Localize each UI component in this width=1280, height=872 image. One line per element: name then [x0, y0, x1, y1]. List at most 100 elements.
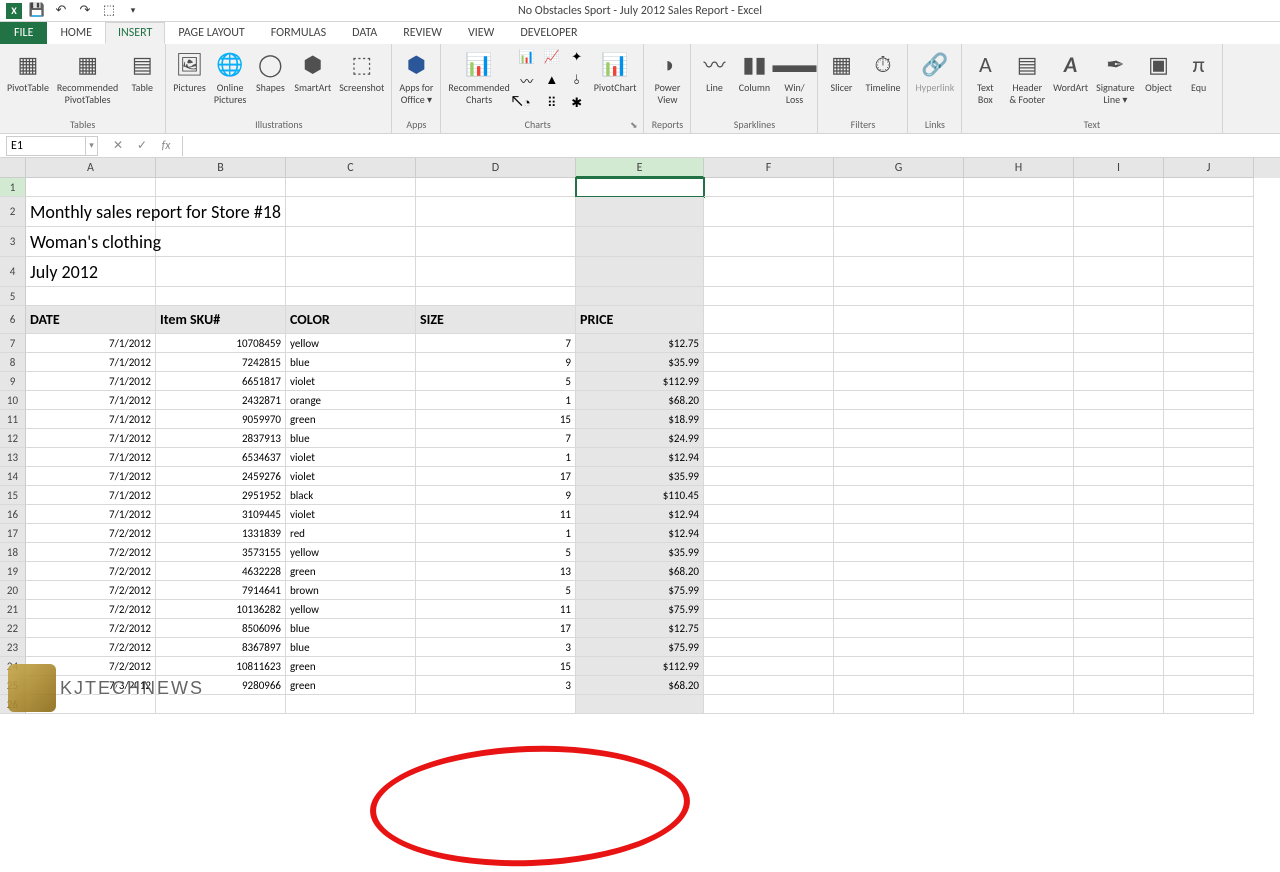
tab-review[interactable]: REVIEW	[390, 22, 455, 44]
cell-I21[interactable]	[1074, 600, 1164, 619]
cell-J7[interactable]	[1164, 334, 1254, 353]
cell-B9[interactable]: 6651817	[156, 372, 286, 391]
cell-J10[interactable]	[1164, 391, 1254, 410]
cell-B13[interactable]: 6534637	[156, 448, 286, 467]
cell-A9[interactable]: 7/1/2012	[26, 372, 156, 391]
cell-C1[interactable]	[286, 178, 416, 197]
cell-G10[interactable]	[834, 391, 964, 410]
save-icon[interactable]: 💾	[28, 2, 46, 20]
cell-E7[interactable]: $12.75	[576, 334, 704, 353]
cell-F4[interactable]	[704, 257, 834, 287]
cell-C7[interactable]: yellow	[286, 334, 416, 353]
select-all-corner[interactable]	[0, 158, 26, 178]
wordart-button[interactable]: AWordArt	[1050, 46, 1091, 96]
cell-I8[interactable]	[1074, 353, 1164, 372]
spark-column-button[interactable]: ▮▮Column	[735, 46, 773, 96]
row-header-15[interactable]: 15	[0, 486, 26, 505]
cell-G1[interactable]	[834, 178, 964, 197]
cell-I7[interactable]	[1074, 334, 1164, 353]
cell-E4[interactable]	[576, 257, 704, 287]
cell-J5[interactable]	[1164, 287, 1254, 306]
cell-E20[interactable]: $75.99	[576, 581, 704, 600]
cell-G9[interactable]	[834, 372, 964, 391]
cell-B6[interactable]: Item SKU#	[156, 306, 286, 334]
cell-C24[interactable]: green	[286, 657, 416, 676]
cell-G13[interactable]	[834, 448, 964, 467]
cell-C10[interactable]: orange	[286, 391, 416, 410]
col-header-D[interactable]: D	[416, 158, 576, 178]
cell-H13[interactable]	[964, 448, 1074, 467]
cell-F14[interactable]	[704, 467, 834, 486]
cell-J14[interactable]	[1164, 467, 1254, 486]
cell-E1[interactable]	[576, 178, 704, 197]
cell-E6[interactable]: PRICE	[576, 306, 704, 334]
col-header-A[interactable]: A	[26, 158, 156, 178]
tab-page-layout[interactable]: PAGE LAYOUT	[165, 22, 257, 44]
cell-E24[interactable]: $112.99	[576, 657, 704, 676]
touch-mode-icon[interactable]: ⬚	[100, 2, 118, 20]
cell-A16[interactable]: 7/1/2012	[26, 505, 156, 524]
cell-H3[interactable]	[964, 227, 1074, 257]
cell-I10[interactable]	[1074, 391, 1164, 410]
cell-G7[interactable]	[834, 334, 964, 353]
cell-B8[interactable]: 7242815	[156, 353, 286, 372]
cell-G14[interactable]	[834, 467, 964, 486]
cell-E14[interactable]: $35.99	[576, 467, 704, 486]
cell-C21[interactable]: yellow	[286, 600, 416, 619]
cell-A6[interactable]: DATE	[26, 306, 156, 334]
cell-A19[interactable]: 7/2/2012	[26, 562, 156, 581]
object-button[interactable]: ▣Object	[1140, 46, 1178, 96]
row-header-2[interactable]: 2	[0, 197, 26, 227]
power-view-button[interactable]: ◑Power View	[648, 46, 686, 107]
row-header-19[interactable]: 19	[0, 562, 26, 581]
row-header-18[interactable]: 18	[0, 543, 26, 562]
tab-developer[interactable]: DEVELOPER	[507, 22, 590, 44]
cell-E9[interactable]: $112.99	[576, 372, 704, 391]
cell-D4[interactable]	[416, 257, 576, 287]
cell-D20[interactable]: 5	[416, 581, 576, 600]
cell-I16[interactable]	[1074, 505, 1164, 524]
tab-insert[interactable]: INSERT	[105, 22, 165, 44]
cell-D11[interactable]: 15	[416, 410, 576, 429]
cell-H24[interactable]	[964, 657, 1074, 676]
cell-I4[interactable]	[1074, 257, 1164, 287]
cell-G19[interactable]	[834, 562, 964, 581]
cell-I14[interactable]	[1074, 467, 1164, 486]
row-header-4[interactable]: 4	[0, 257, 26, 287]
cell-H21[interactable]	[964, 600, 1074, 619]
hyperlink-button[interactable]: 🔗Hyperlink	[912, 46, 957, 96]
cell-F8[interactable]	[704, 353, 834, 372]
line-chart-icon[interactable]: 〰	[515, 69, 539, 91]
cell-F20[interactable]	[704, 581, 834, 600]
cell-C4[interactable]	[286, 257, 416, 287]
cell-B12[interactable]: 2837913	[156, 429, 286, 448]
combo-chart-icon[interactable]: ⫰	[565, 69, 589, 91]
cell-G25[interactable]	[834, 676, 964, 695]
cell-G2[interactable]	[834, 197, 964, 227]
cell-D1[interactable]	[416, 178, 576, 197]
row-header-22[interactable]: 22	[0, 619, 26, 638]
smartart-button[interactable]: ⬢SmartArt	[291, 46, 334, 96]
cell-J26[interactable]	[1164, 695, 1254, 714]
cell-C5[interactable]	[286, 287, 416, 306]
row-header-6[interactable]: 6	[0, 306, 26, 334]
cell-J21[interactable]	[1164, 600, 1254, 619]
cell-H20[interactable]	[964, 581, 1074, 600]
cell-H4[interactable]	[964, 257, 1074, 287]
cell-D22[interactable]: 17	[416, 619, 576, 638]
cell-A3[interactable]: Woman's clothing	[26, 227, 156, 257]
cell-A20[interactable]: 7/2/2012	[26, 581, 156, 600]
row-header-1[interactable]: 1	[0, 178, 26, 197]
cell-I6[interactable]	[1074, 306, 1164, 334]
cell-I18[interactable]	[1074, 543, 1164, 562]
cell-D23[interactable]: 3	[416, 638, 576, 657]
cell-G6[interactable]	[834, 306, 964, 334]
col-header-E[interactable]: E	[576, 158, 704, 178]
recommended-charts-button[interactable]: 📊Recommended Charts	[445, 46, 512, 107]
cell-D15[interactable]: 9	[416, 486, 576, 505]
cell-D14[interactable]: 17	[416, 467, 576, 486]
cell-J1[interactable]	[1164, 178, 1254, 197]
col-header-J[interactable]: J	[1164, 158, 1254, 178]
tab-view[interactable]: VIEW	[455, 22, 507, 44]
charts-dialog-launcher-icon[interactable]: ⬊	[630, 120, 638, 131]
